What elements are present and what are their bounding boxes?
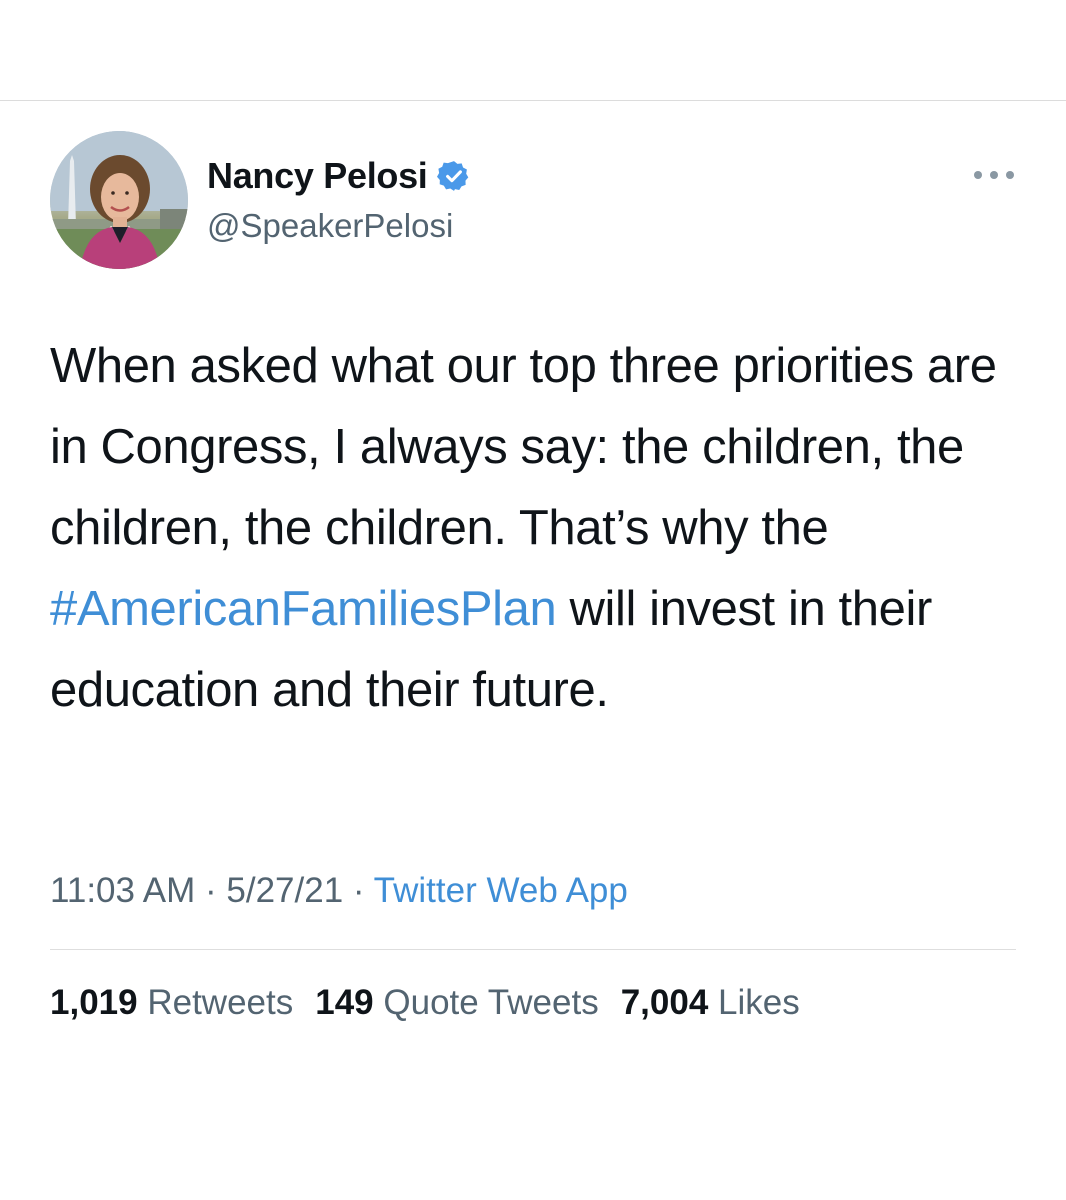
tweet-text: When asked what our top three priorities… — [50, 326, 1040, 731]
quote-tweets-stat[interactable]: 149 Quote Tweets — [315, 978, 598, 1028]
meta-divider — [50, 949, 1016, 950]
more-options-icon[interactable] — [974, 164, 1014, 186]
more-dot — [1006, 171, 1014, 179]
more-dot — [990, 171, 998, 179]
retweets-stat[interactable]: 1,019 Retweets — [50, 978, 293, 1028]
avatar-photo — [50, 131, 188, 269]
tweet-date[interactable]: 5/27/21 — [226, 871, 343, 910]
quote-tweets-label: Quote Tweets — [383, 983, 599, 1022]
verified-badge-icon — [436, 159, 471, 193]
meta-separator: · — [352, 871, 365, 910]
tweet-stats: 1,019 Retweets 149 Quote Tweets 7,004 Li… — [50, 978, 822, 1028]
likes-label: Likes — [718, 983, 800, 1022]
handle[interactable]: @SpeakerPelosi — [207, 204, 471, 248]
retweets-label: Retweets — [147, 983, 294, 1022]
hashtag-link[interactable]: #AmericanFamiliesPlan — [50, 582, 557, 636]
tweet-meta: 11:03 AM · 5/27/21 · Twitter Web App — [50, 866, 628, 916]
name-row: Nancy Pelosi — [207, 148, 471, 204]
quote-tweets-count: 149 — [315, 983, 374, 1022]
more-dot — [974, 171, 982, 179]
tweet-time[interactable]: 11:03 AM — [50, 871, 195, 910]
tweet-text-part: When asked what our top three priorities… — [50, 339, 997, 555]
retweets-count: 1,019 — [50, 983, 138, 1022]
likes-stat[interactable]: 7,004 Likes — [621, 978, 800, 1028]
likes-count: 7,004 — [620, 983, 709, 1022]
display-name[interactable]: Nancy Pelosi — [207, 148, 428, 204]
tweet-source-link[interactable]: Twitter Web App — [374, 871, 628, 910]
meta-separator: · — [205, 871, 217, 910]
avatar[interactable] — [50, 131, 188, 269]
tweet-author: Nancy Pelosi @SpeakerPelosi — [207, 148, 471, 248]
top-divider — [0, 100, 1066, 101]
